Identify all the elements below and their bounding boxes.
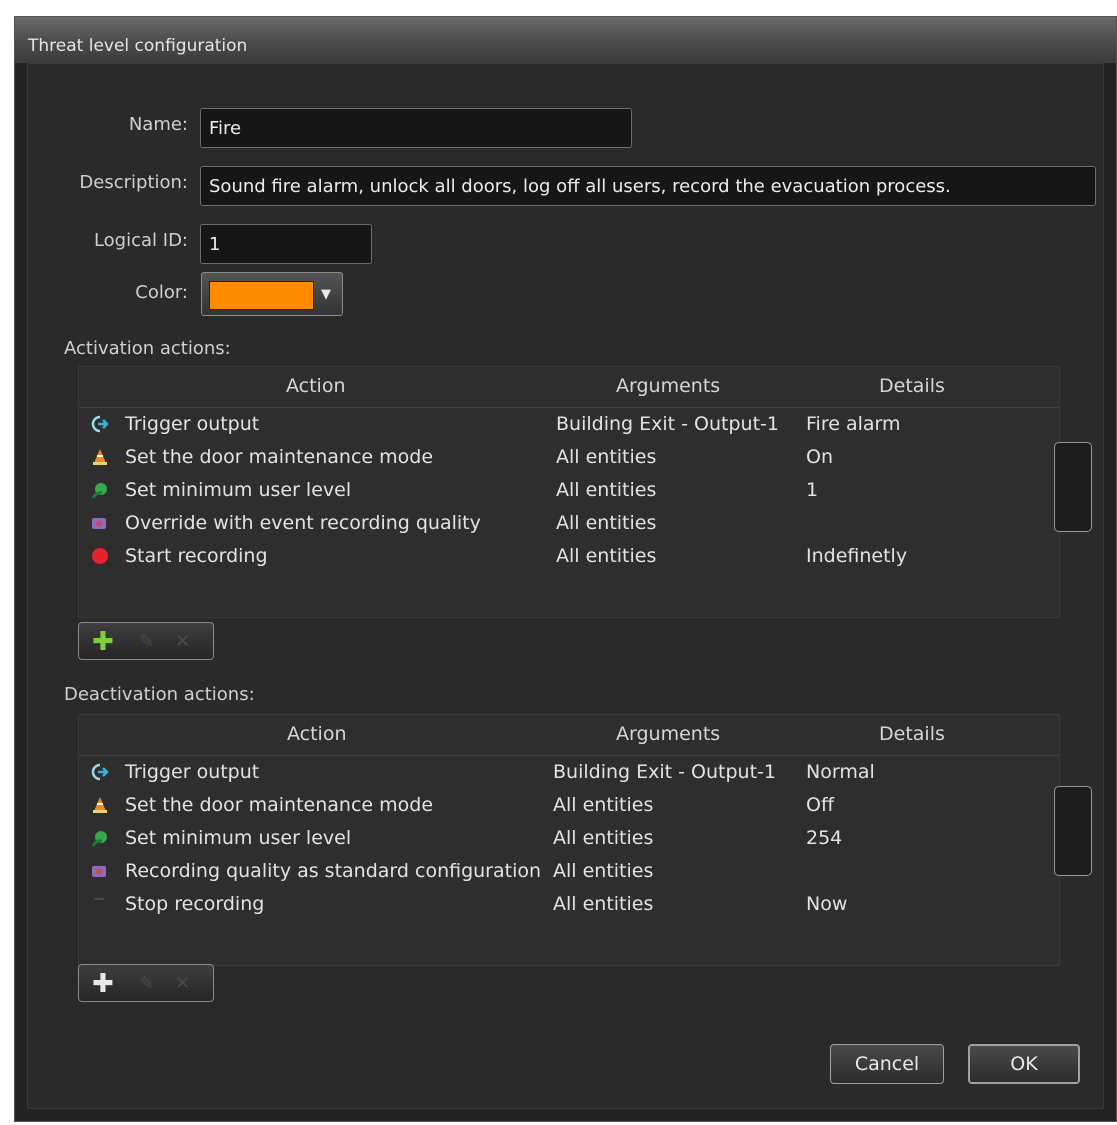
details-cell: 1 [806,479,819,501]
output-icon [91,763,109,781]
details-cell: Normal [806,761,875,783]
name-label: Name: [128,114,188,135]
arguments-cell: Building Exit - Output-1 [553,761,776,783]
delete-icon: ✕ [175,631,191,652]
table-row[interactable]: Set the door maintenance mode All entitie… [79,790,1059,822]
table-row[interactable]: Start recording All entities Indefinetly [79,541,1059,573]
arguments-cell: All entities [556,512,657,534]
activation-actions-grid: Action Arguments Details Trigger output B… [78,366,1060,618]
deactivation-scrollbar[interactable] [1054,786,1092,876]
action-cell: Set the door maintenance mode [125,794,434,816]
threat-level-dialog: Threat level configuration Name: Fire De… [14,16,1117,1122]
action-cell: Set the door maintenance mode [125,446,434,468]
deactivation-add-button[interactable]: ✚ ✎ ✕ [78,964,214,1002]
arguments-cell: All entities [553,794,654,816]
details-cell: Now [806,893,848,915]
action-cell: Trigger output [125,413,260,435]
description-input[interactable]: Sound fire alarm, unlock all doors, log … [200,166,1096,206]
activation-grid-header: Action Arguments Details [79,367,1059,408]
table-row[interactable]: Recording quality as standard configurat… [79,856,1059,888]
description-label: Description: [79,172,188,193]
deactivation-actions-grid: Action Arguments Details Trigger output B… [78,714,1060,966]
ok-button[interactable]: OK [968,1044,1080,1084]
details-cell: 254 [806,827,843,849]
arguments-cell: All entities [556,446,657,468]
action-cell: Recording quality as standard configurat… [125,860,542,882]
color-picker[interactable]: ▼ [201,272,343,316]
column-header-arguments: Arguments [616,723,721,745]
column-header-action: Action [286,375,346,397]
action-cell: Set minimum user level [125,827,352,849]
table-row[interactable]: Override with event recording quality All… [79,508,1059,540]
arguments-cell: All entities [553,893,654,915]
column-header-details: Details [879,375,945,397]
details-cell: Indefinetly [806,545,908,567]
column-header-details: Details [879,723,945,745]
details-cell: Fire alarm [806,413,901,435]
action-cell: Start recording [125,545,268,567]
user-level-icon [91,481,109,499]
activation-actions-label: Activation actions: [64,338,231,359]
add-icon: ✚ [92,969,114,999]
column-header-action: Action [287,723,347,745]
arguments-cell: All entities [556,545,657,567]
color-label: Color: [135,282,188,303]
door-maintenance-icon [91,796,109,814]
table-row[interactable]: Stop recording All entities Now [79,889,1059,921]
arguments-cell: All entities [556,479,657,501]
cancel-button[interactable]: Cancel [830,1044,944,1084]
record-icon [91,547,109,565]
deactivation-actions-label: Deactivation actions: [64,684,255,705]
output-icon [91,415,109,433]
logical-id-input[interactable]: 1 [200,224,372,264]
action-cell: Set minimum user level [125,479,352,501]
add-icon: ✚ [92,627,114,657]
edit-icon: ✎ [139,973,155,994]
recording-quality-icon [91,514,109,532]
action-cell: Stop recording [125,893,265,915]
table-row[interactable]: Set minimum user level All entities 1 [79,475,1059,507]
title-bar[interactable]: Threat level configuration [15,17,1116,63]
user-level-icon [91,829,109,847]
column-header-arguments: Arguments [616,375,721,397]
table-row[interactable]: Set minimum user level All entities 254 [79,823,1059,855]
action-cell: Override with event recording quality [125,512,481,534]
dialog-body: Name: Fire Description: Sound fire alarm… [27,63,1104,1109]
table-row[interactable]: Trigger output Building Exit - Output-1 No… [79,757,1059,789]
delete-icon: ✕ [175,973,191,994]
activation-add-button[interactable]: ✚ ✎ ✕ [78,622,214,660]
door-maintenance-icon [91,448,109,466]
dialog-title: Threat level configuration [28,36,248,56]
chevron-down-icon[interactable]: ▼ [316,279,336,310]
details-cell: Off [806,794,835,816]
name-input[interactable]: Fire [200,108,632,148]
logical-id-label: Logical ID: [93,230,188,251]
table-row[interactable]: Set the door maintenance mode All entitie… [79,442,1059,474]
arguments-cell: All entities [553,827,654,849]
stop-recording-icon [91,895,109,913]
deactivation-grid-header: Action Arguments Details [79,715,1059,756]
arguments-cell: All entities [553,860,654,882]
activation-scrollbar[interactable] [1054,442,1092,532]
details-cell: On [806,446,833,468]
action-cell: Trigger output [125,761,260,783]
table-row[interactable]: Trigger output Building Exit - Output-1 Fi… [79,409,1059,441]
color-swatch [209,281,314,310]
arguments-cell: Building Exit - Output-1 [556,413,779,435]
recording-quality-icon [91,862,109,880]
edit-icon: ✎ [139,631,155,652]
